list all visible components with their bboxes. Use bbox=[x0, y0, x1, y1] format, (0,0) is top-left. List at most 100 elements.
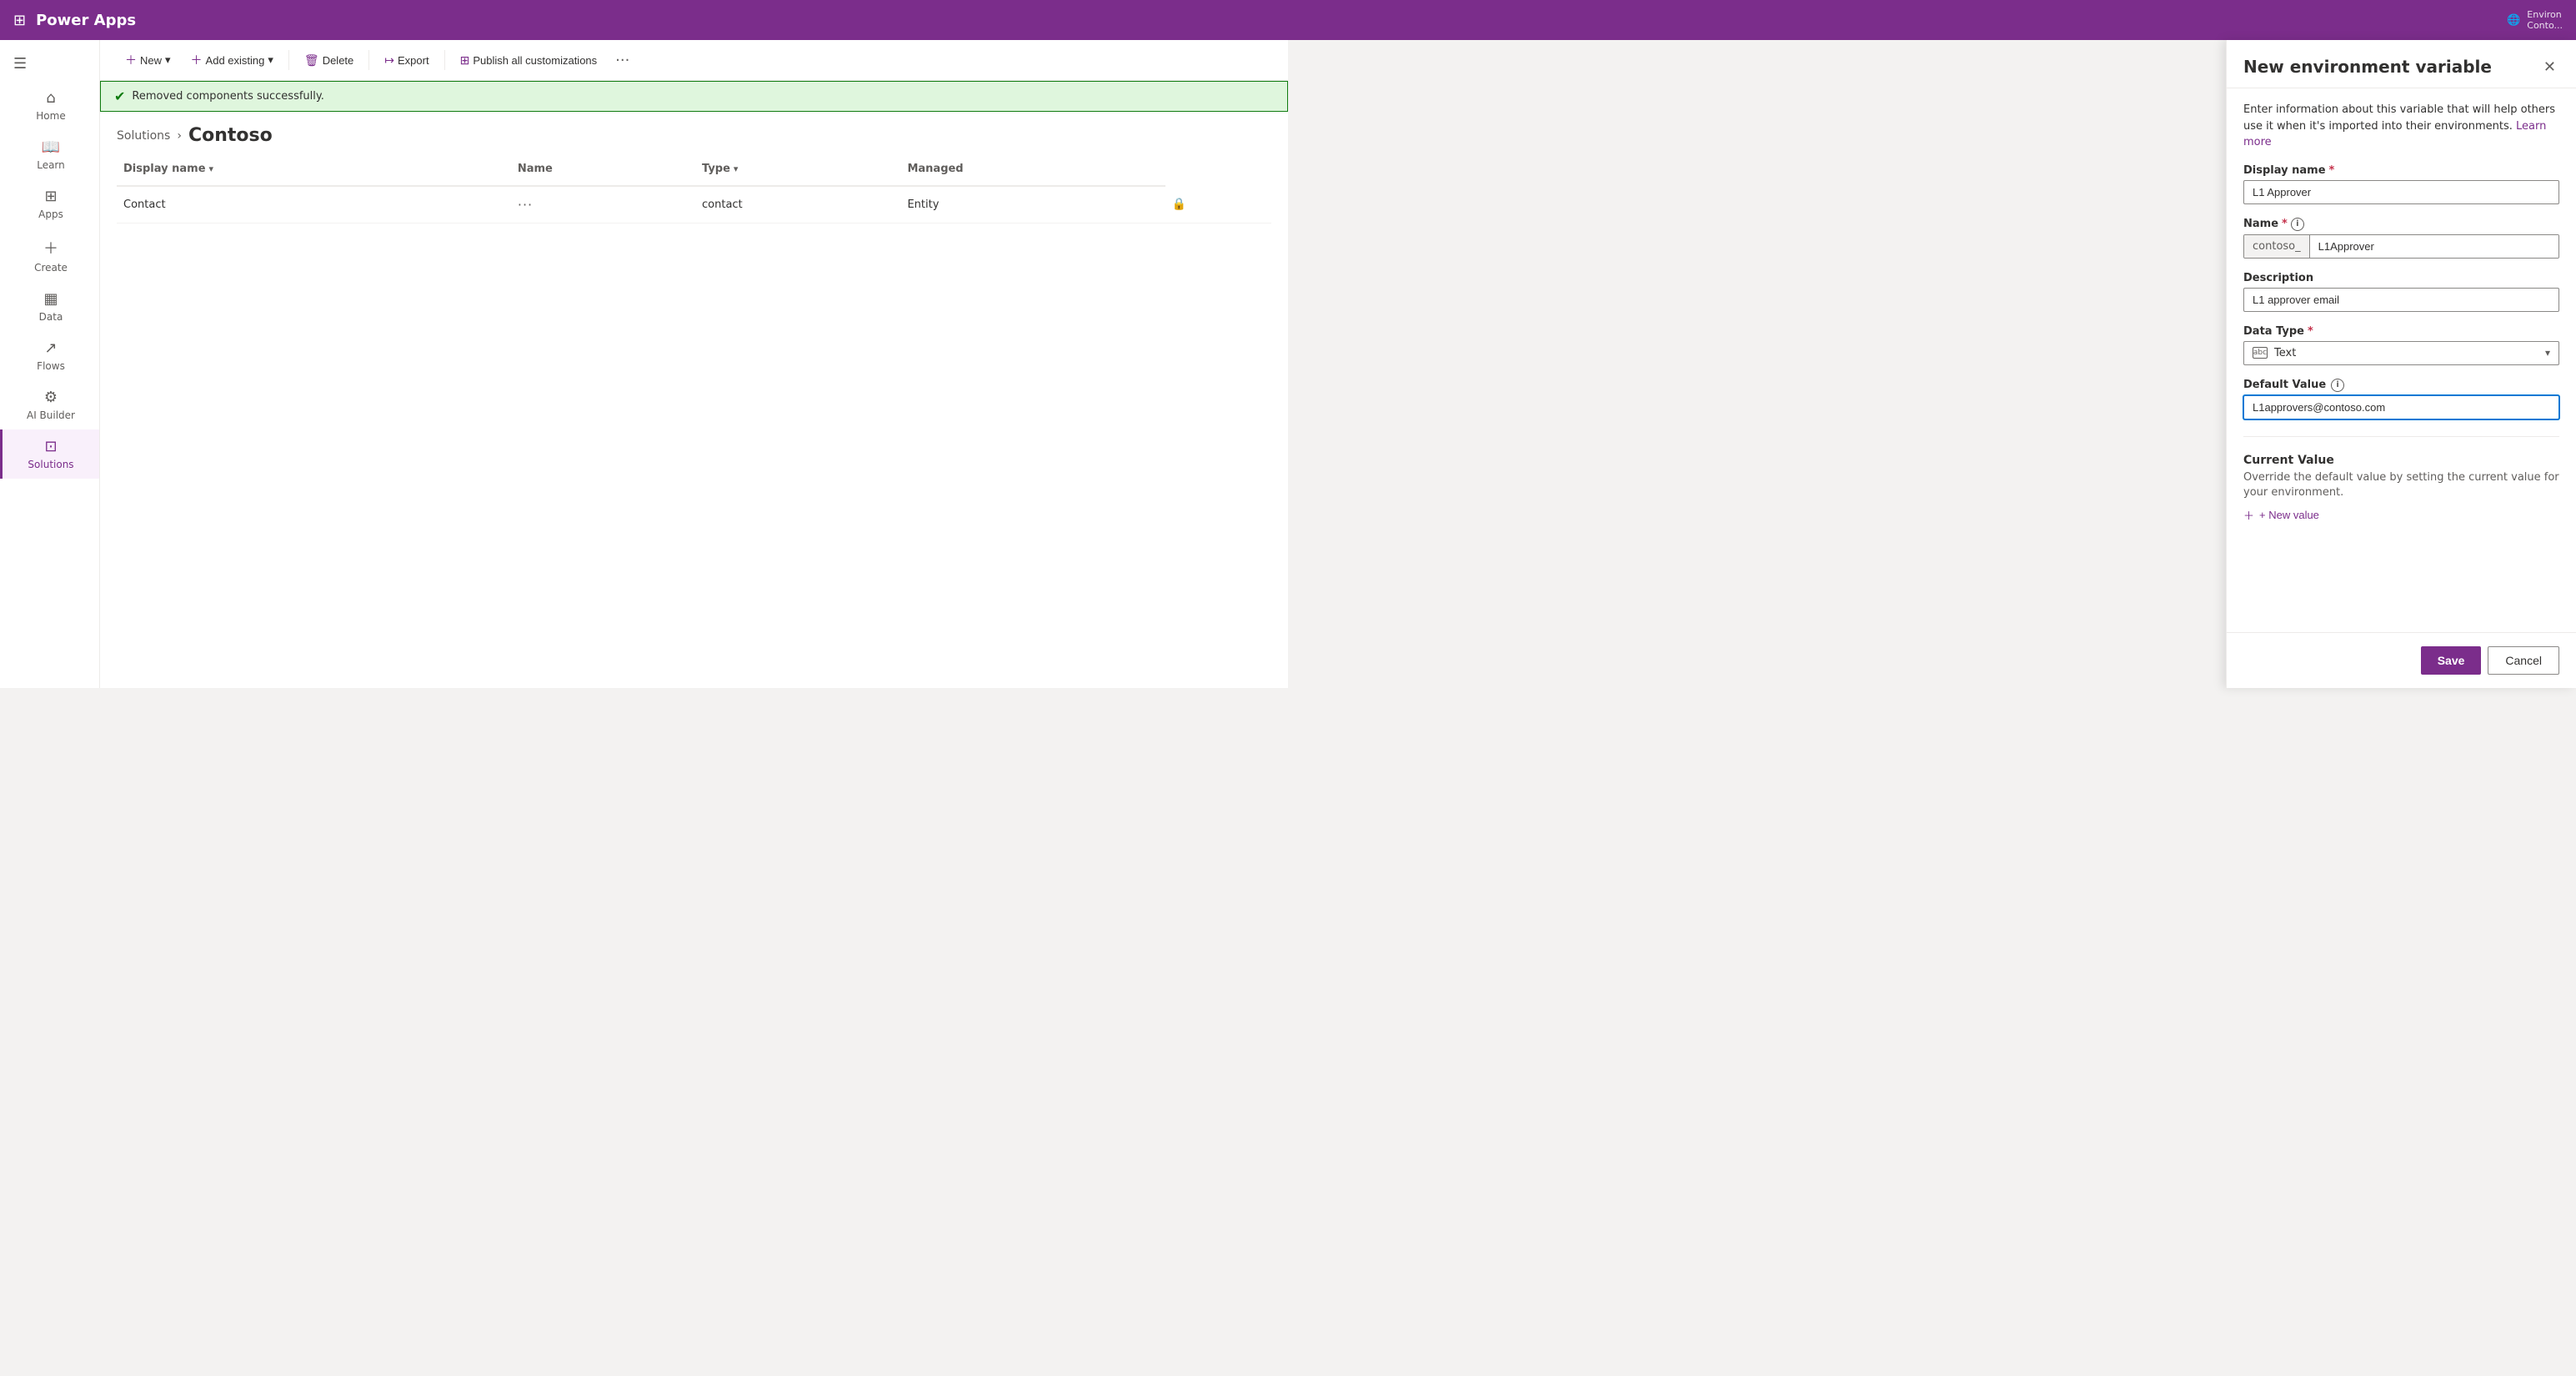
sidebar-item-label: Data bbox=[39, 311, 63, 323]
current-value-section: Current Value Override the default value… bbox=[2243, 454, 2559, 526]
breadcrumb-current: Contoso bbox=[188, 125, 273, 146]
export-button[interactable]: ↦ Export bbox=[376, 48, 437, 73]
waffle-icon[interactable]: ⊞ bbox=[13, 12, 26, 29]
breadcrumb-separator: › bbox=[177, 129, 182, 143]
name-info-icon[interactable]: i bbox=[2291, 218, 2304, 231]
environment-variable-panel: New environment variable ✕ Enter informa… bbox=[2226, 40, 2576, 688]
cell-managed: 🔒 bbox=[1165, 186, 1272, 223]
sidebar-item-apps[interactable]: ⊞ Apps bbox=[0, 179, 99, 228]
col-managed: Managed bbox=[900, 153, 1165, 186]
top-bar-right: 🌐 Environ Conto... bbox=[2507, 9, 2563, 31]
type-sort-icon: ▾ bbox=[734, 163, 739, 174]
publish-icon: ⊞ bbox=[460, 53, 470, 68]
current-value-title: Current Value bbox=[2243, 454, 2559, 467]
sidebar-item-home[interactable]: ⌂ Home bbox=[0, 81, 99, 130]
panel-title: New environment variable bbox=[2243, 57, 2492, 77]
hamburger-menu[interactable]: ☰ bbox=[0, 47, 99, 81]
text-type-icon: abc bbox=[2253, 347, 2268, 359]
panel-body: Enter information about this variable th… bbox=[2227, 88, 2576, 632]
sidebar-item-learn[interactable]: 📖 Learn bbox=[0, 130, 99, 179]
data-type-label: Data Type * bbox=[2243, 325, 2559, 338]
required-star-type: * bbox=[2308, 325, 2313, 338]
default-value-info-icon[interactable]: i bbox=[2331, 379, 2344, 392]
data-icon: ▦ bbox=[43, 290, 58, 308]
dropdown-left: abc Text bbox=[2253, 347, 2296, 359]
ai-builder-icon: ⚙ bbox=[44, 389, 58, 406]
lock-icon: 🔒 bbox=[1172, 198, 1186, 211]
top-bar: ⊞ Power Apps 🌐 Environ Conto... bbox=[0, 0, 2576, 40]
table-row[interactable]: Contact ··· contact Entity 🔒 bbox=[117, 186, 1271, 223]
sidebar-item-label: Flows bbox=[37, 360, 65, 372]
name-prefix: contoso_ bbox=[2244, 235, 2310, 258]
cancel-button[interactable]: Cancel bbox=[2488, 646, 2559, 675]
display-name-field-group: Display name * bbox=[2243, 164, 2559, 204]
current-value-desc: Override the default value by setting th… bbox=[2243, 470, 2559, 500]
display-name-label: Display name * bbox=[2243, 164, 2559, 177]
add-existing-chevron-icon: ▾ bbox=[268, 53, 273, 67]
save-button[interactable]: Save bbox=[2421, 646, 2482, 675]
description-input[interactable] bbox=[2243, 288, 2559, 312]
app-title: Power Apps bbox=[36, 12, 136, 29]
breadcrumb-area: Solutions › Contoso bbox=[100, 112, 1288, 153]
flows-icon: ↗ bbox=[44, 339, 57, 357]
name-field-group: Name * i contoso_ bbox=[2243, 218, 2559, 259]
new-value-button[interactable]: ＋ + New value bbox=[2243, 504, 2559, 526]
name-input[interactable] bbox=[2310, 235, 2558, 258]
success-banner: ✔ Removed components successfully. bbox=[100, 81, 1288, 112]
panel-close-button[interactable]: ✕ bbox=[2540, 57, 2559, 78]
sidebar-item-ai-builder[interactable]: ⚙ AI Builder bbox=[0, 380, 99, 429]
sidebar: ☰ ⌂ Home 📖 Learn ⊞ Apps ＋ Create ▦ Data … bbox=[0, 40, 100, 688]
display-name-sort-icon: ▾ bbox=[209, 163, 214, 174]
delete-button[interactable]: 🗑 Delete bbox=[296, 48, 362, 73]
data-type-field-group: Data Type * abc Text ▾ bbox=[2243, 325, 2559, 365]
success-message: Removed components successfully. bbox=[132, 90, 323, 103]
sidebar-item-label: Apps bbox=[38, 208, 63, 220]
new-value-label: + New value bbox=[2259, 509, 2319, 521]
more-options-button[interactable]: ··· bbox=[609, 48, 636, 73]
toolbar: ＋ New ▾ ＋ Add existing ▾ 🗑 Delete ↦ Expo… bbox=[100, 40, 1288, 81]
apps-icon: ⊞ bbox=[44, 188, 57, 205]
display-name-input[interactable] bbox=[2243, 180, 2559, 204]
sidebar-item-create[interactable]: ＋ Create bbox=[0, 228, 99, 282]
new-plus-icon: ＋ bbox=[125, 52, 137, 68]
table-area: Display name ▾ Name Type ▾ bbox=[100, 153, 1288, 688]
publish-button[interactable]: ⊞ Publish all customizations bbox=[452, 48, 606, 73]
sidebar-item-label: AI Builder bbox=[27, 409, 75, 421]
toolbar-separator-3 bbox=[444, 50, 445, 70]
sidebar-item-data[interactable]: ▦ Data bbox=[0, 282, 99, 331]
sidebar-item-solutions[interactable]: ⊡ Solutions bbox=[0, 429, 99, 479]
required-star-name: * bbox=[2282, 218, 2288, 230]
col-type[interactable]: Type ▾ bbox=[695, 153, 900, 186]
toolbar-separator bbox=[288, 50, 289, 70]
cell-type: Entity bbox=[900, 186, 1165, 223]
learn-icon: 📖 bbox=[42, 138, 60, 156]
main-content: ＋ New ▾ ＋ Add existing ▾ 🗑 Delete ↦ Expo… bbox=[100, 40, 1288, 688]
learn-more-link[interactable]: Learn more bbox=[2243, 120, 2546, 149]
solutions-table: Display name ▾ Name Type ▾ bbox=[117, 153, 1271, 223]
cell-dots[interactable]: ··· bbox=[511, 186, 695, 223]
add-existing-button[interactable]: ＋ Add existing ▾ bbox=[183, 47, 282, 73]
default-value-input[interactable] bbox=[2243, 395, 2559, 419]
dropdown-chevron-icon: ▾ bbox=[2545, 347, 2550, 359]
panel-description: Enter information about this variable th… bbox=[2243, 102, 2559, 151]
success-check-icon: ✔ bbox=[114, 88, 125, 104]
default-value-label-row: Default Value i bbox=[2243, 379, 2559, 392]
solutions-icon: ⊡ bbox=[44, 438, 57, 455]
data-type-dropdown[interactable]: abc Text ▾ bbox=[2243, 341, 2559, 365]
breadcrumb-solutions-link[interactable]: Solutions bbox=[117, 129, 170, 143]
col-display-name[interactable]: Display name ▾ bbox=[117, 153, 511, 186]
environment-info: Environ Conto... bbox=[2527, 9, 2563, 31]
sidebar-item-label: Solutions bbox=[28, 459, 73, 470]
new-button[interactable]: ＋ New ▾ bbox=[117, 47, 179, 73]
toolbar-separator-2 bbox=[368, 50, 369, 70]
panel-footer: Save Cancel bbox=[2227, 632, 2576, 688]
row-more-options[interactable]: ··· bbox=[518, 197, 533, 213]
name-field-row: contoso_ bbox=[2243, 234, 2559, 259]
name-label: Name * i bbox=[2243, 218, 2559, 231]
export-icon: ↦ bbox=[384, 53, 394, 68]
divider bbox=[2243, 436, 2559, 437]
description-label: Description bbox=[2243, 272, 2559, 284]
sidebar-item-flows[interactable]: ↗ Flows bbox=[0, 331, 99, 380]
add-existing-plus-icon: ＋ bbox=[191, 52, 203, 68]
col-name[interactable]: Name bbox=[511, 153, 695, 186]
